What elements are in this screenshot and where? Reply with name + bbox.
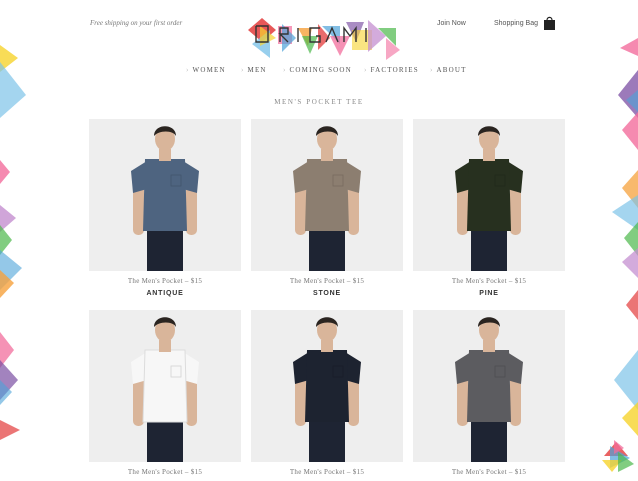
nav-tick-icon: › [186,66,190,74]
corner-logo-mark [600,438,636,474]
product-name[interactable]: The Men's Pocket – $15 [413,468,565,476]
shopping-bag-icon[interactable] [543,15,556,31]
nav-tick-icon: › [364,66,368,74]
jeans [147,227,183,271]
jeans [471,227,507,271]
product-card-stone[interactable]: The Men's Pocket – $15 STONE [251,119,403,297]
product-color: STONE [313,290,341,297]
page-title: MEN'S POCKET TEE [274,98,364,106]
product-color: ANTIQUE [146,290,184,297]
shipping-note: Free shipping on your first order [90,19,183,27]
nav-item-about[interactable]: › ABOUT [430,66,467,74]
join-now-link[interactable]: Join Now [437,20,466,27]
tshirt [467,350,511,422]
product-photo[interactable] [251,310,403,462]
product-photo[interactable] [89,119,241,271]
nav-item-women[interactable]: › WOMEN [186,66,226,74]
nav-item-men[interactable]: › MEN [241,66,267,74]
product-name[interactable]: The Men's Pocket – $15 [251,277,403,285]
model-figure [131,317,199,462]
product-name[interactable]: The Men's Pocket – $15 [251,468,403,476]
product-photo[interactable] [89,310,241,462]
nav-item-label: WOMEN [192,66,226,74]
nav-item-factories[interactable]: › FACTORIES [364,66,419,74]
product-photo[interactable] [251,119,403,271]
jeans [309,418,345,462]
jeans [471,418,507,462]
shopping-bag-link[interactable]: Shopping Bag [494,20,538,27]
product-card-charcoal[interactable]: The Men's Pocket – $15 [413,310,565,481]
product-color: PINE [479,290,499,297]
product-photo[interactable] [413,310,565,462]
model-figure [293,126,361,271]
nav-tick-icon: › [283,66,287,74]
model-figure [455,126,523,271]
tshirt [467,159,511,231]
nav-tick-icon: › [241,66,245,74]
nav-item-label: MEN [247,66,267,74]
model-figure [455,317,523,462]
product-photo[interactable] [413,119,565,271]
jeans [147,418,183,462]
site-header: Free shipping on your first order Join N… [0,0,638,62]
product-card-antique[interactable]: The Men's Pocket – $15 ANTIQUE [89,119,241,297]
nav-tick-icon: › [430,66,434,74]
model-figure [293,317,361,462]
product-card-navy[interactable]: The Men's Pocket – $15 [251,310,403,481]
tshirt [143,159,187,231]
nav-item-label: FACTORIES [370,66,419,74]
tshirt [305,159,349,231]
tshirt [305,350,349,422]
nav-item-label: ABOUT [436,66,467,74]
product-name[interactable]: The Men's Pocket – $15 [413,277,565,285]
product-card-white[interactable]: The Men's Pocket – $15 [89,310,241,481]
product-name[interactable]: The Men's Pocket – $15 [89,277,241,285]
main-nav: › WOMEN › MEN › COMING SOON › FACTORIES › ABO… [0,66,638,80]
origami-logo[interactable] [246,16,402,62]
product-name[interactable]: The Men's Pocket – $15 [89,468,241,476]
tshirt [143,350,187,422]
model-figure [131,126,199,271]
jeans [309,227,345,271]
nav-item-label: COMING SOON [289,66,352,74]
nav-item-coming-soon[interactable]: › COMING SOON [283,66,352,74]
product-card-pine[interactable]: The Men's Pocket – $15 PINE [413,119,565,297]
